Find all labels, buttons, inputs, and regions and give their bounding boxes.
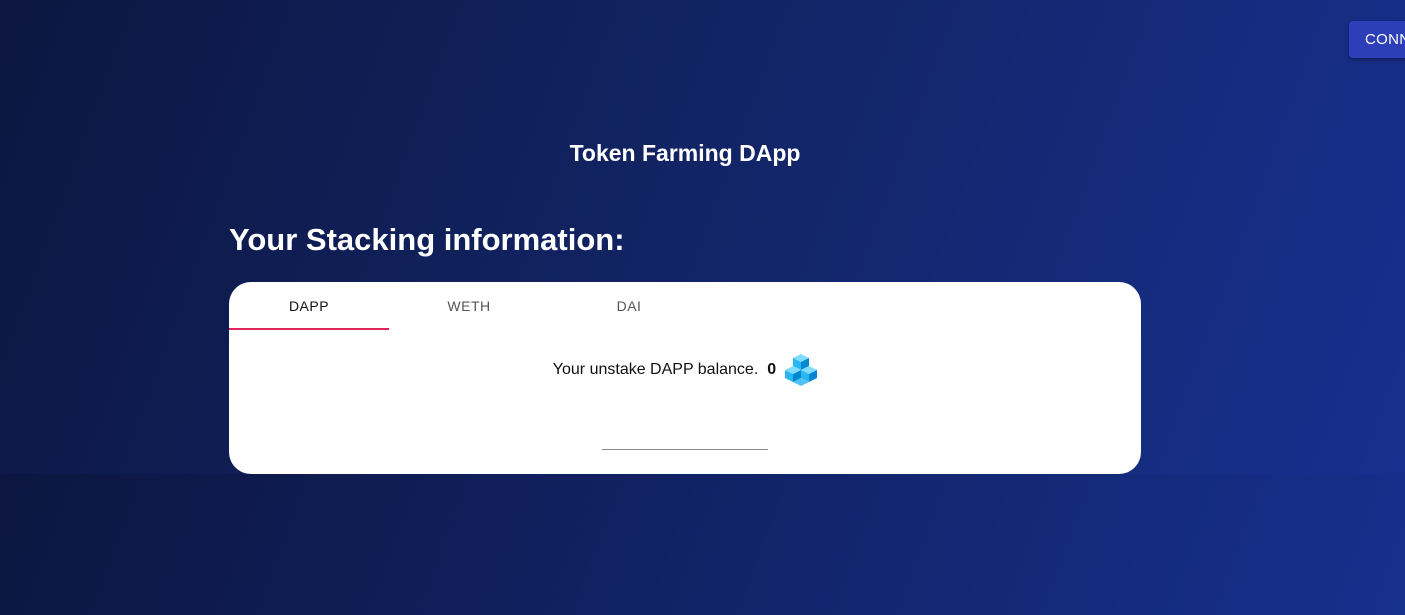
tab-dapp[interactable]: DAPP xyxy=(229,282,389,330)
dapp-token-cube-icon xyxy=(785,353,818,387)
tab-weth[interactable]: WETH xyxy=(389,282,549,330)
balance-label: Your unstake DAPP balance. xyxy=(552,361,759,378)
staking-card: DAPP WETH DAI Your unstake DAPP balance.… xyxy=(229,282,1141,474)
page-title: Token Farming DApp xyxy=(569,140,801,166)
stake-amount-input[interactable] xyxy=(602,432,768,450)
balance-row: Your unstake DAPP balance. 0 xyxy=(229,352,1141,388)
token-tabs: DAPP WETH DAI xyxy=(229,282,709,330)
footer-background xyxy=(0,474,1405,615)
tab-dai[interactable]: DAI xyxy=(549,282,709,330)
connect-wallet-button[interactable]: CONNECT xyxy=(1349,21,1405,58)
balance-value: 0 xyxy=(767,361,777,378)
section-heading: Your Stacking information: xyxy=(229,222,625,257)
